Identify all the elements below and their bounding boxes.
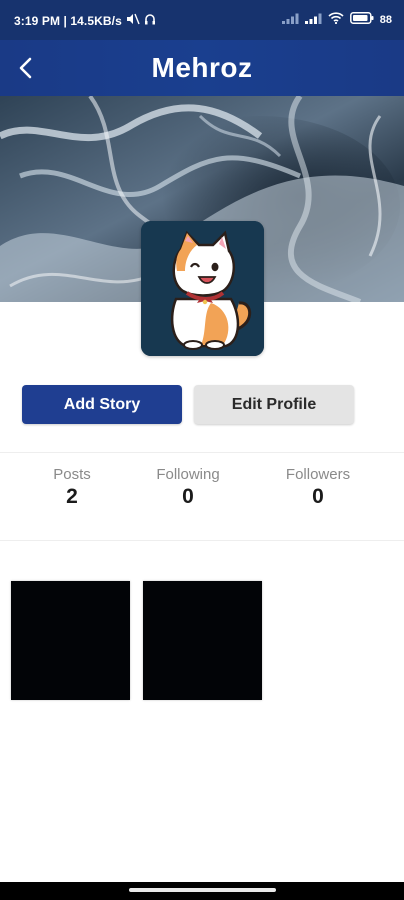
signal-icon-2 xyxy=(304,13,322,27)
followers-label: Followers xyxy=(285,466,351,483)
stat-posts[interactable]: Posts 2 xyxy=(17,466,127,509)
avatar[interactable] xyxy=(141,221,264,356)
stat-following[interactable]: Following 0 xyxy=(133,466,243,509)
status-left: 3:19 PM | 14.5KB/s xyxy=(14,13,156,28)
page-title: Mehroz xyxy=(151,52,253,83)
post-thumbnail[interactable] xyxy=(143,581,262,700)
status-time-speed: 3:19 PM | 14.5KB/s xyxy=(14,13,122,28)
following-label: Following xyxy=(156,466,220,483)
signal-icon xyxy=(281,13,299,27)
battery-icon xyxy=(349,12,374,27)
home-indicator[interactable] xyxy=(129,888,276,892)
app-bar: Mehroz xyxy=(0,40,404,96)
posts-count: 2 xyxy=(66,485,78,508)
posts-label: Posts xyxy=(53,466,91,483)
post-thumbnail[interactable] xyxy=(11,581,130,700)
headset-icon xyxy=(144,13,156,28)
wifi-icon xyxy=(328,12,344,27)
divider-bottom xyxy=(0,540,404,541)
status-bar: 3:19 PM | 14.5KB/s 88 xyxy=(0,0,404,40)
system-nav-bar xyxy=(0,882,404,900)
battery-level: 88 xyxy=(379,13,392,26)
add-story-label: Add Story xyxy=(63,395,141,413)
status-right: 88 xyxy=(281,12,392,27)
edit-profile-label: Edit Profile xyxy=(231,395,317,413)
followers-count: 0 xyxy=(312,485,324,508)
divider-top xyxy=(0,452,404,453)
following-count: 0 xyxy=(182,485,194,508)
no-sound-icon xyxy=(126,13,140,28)
edit-profile-button[interactable]: Edit Profile xyxy=(194,385,354,424)
stat-followers[interactable]: Followers 0 xyxy=(263,466,373,509)
add-story-button[interactable]: Add Story xyxy=(22,385,182,424)
